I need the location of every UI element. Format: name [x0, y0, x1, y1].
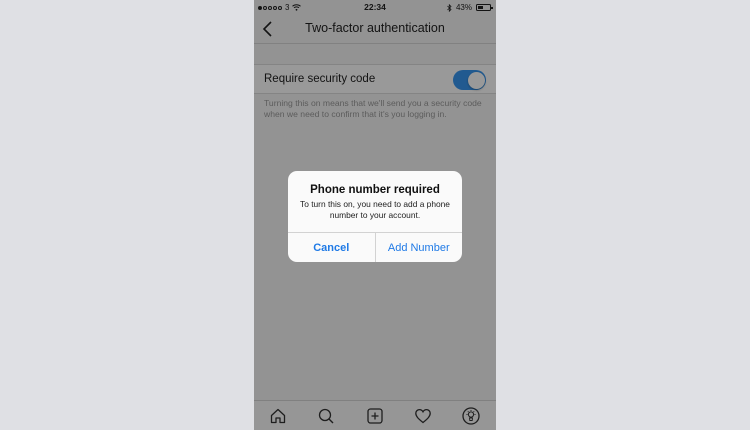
phone-screen: 3 22:34 43% Two-factor authentication Re… — [254, 0, 496, 430]
add-number-button[interactable]: Add Number — [376, 233, 463, 262]
phone-required-dialog: Phone number required To turn this on, y… — [288, 171, 462, 262]
dialog-title: Phone number required — [310, 184, 440, 196]
dialog-message: To turn this on, you need to add a phone… — [300, 199, 450, 220]
dialog-actions: Cancel Add Number — [288, 232, 462, 262]
cancel-button[interactable]: Cancel — [288, 233, 376, 262]
